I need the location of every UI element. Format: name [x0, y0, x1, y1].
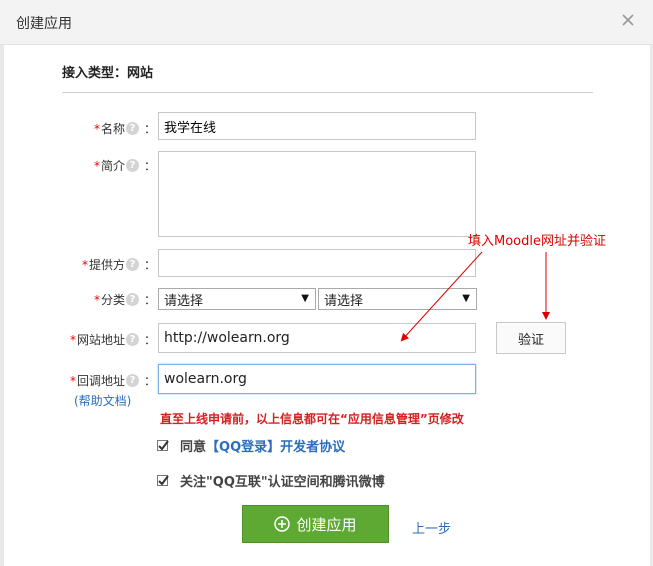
- required-mark: *: [81, 257, 88, 272]
- required-mark: *: [69, 332, 76, 347]
- help-icon[interactable]: ?: [125, 374, 139, 387]
- colon: ：: [143, 159, 156, 173]
- name-input[interactable]: [158, 112, 476, 140]
- website-input[interactable]: [158, 323, 476, 353]
- create-app-label: 创建应用: [296, 515, 357, 534]
- required-mark: *: [93, 121, 100, 136]
- section-title: 接入类型：网站: [62, 66, 154, 81]
- name-label: * 名称 ? ：: [94, 120, 156, 137]
- agreement-link[interactable]: 【QQ登录】开发者协议: [206, 436, 345, 455]
- background-left-edge: [0, 0, 4, 566]
- provider-input[interactable]: [158, 249, 476, 277]
- help-icon[interactable]: ?: [125, 159, 139, 172]
- help-icon[interactable]: ?: [125, 122, 139, 135]
- category-label-text: 分类: [100, 293, 125, 307]
- edit-notice: 直至上线申请前，以上信息都可在“应用信息管理”页修改: [160, 412, 464, 426]
- colon: ：: [143, 333, 156, 347]
- follow-checkbox[interactable]: [157, 475, 169, 486]
- dropdown-arrow-icon: ▼: [462, 293, 470, 304]
- agree-row: 同意 【QQ登录】开发者协议: [157, 436, 345, 455]
- category-select-2-value: 请选择: [324, 293, 364, 309]
- required-mark: *: [69, 373, 76, 388]
- provider-label-text: 提供方: [88, 258, 125, 272]
- checkmark-icon: [158, 440, 169, 451]
- required-mark: *: [93, 292, 100, 307]
- provider-label: * 提供方 ? ：: [82, 256, 156, 273]
- checkmark-icon: [158, 475, 169, 486]
- follow-row: 关注"QQ互联"认证空间和腾讯微博: [157, 471, 385, 490]
- verify-button[interactable]: 验证: [496, 322, 566, 354]
- close-icon[interactable]: [619, 11, 637, 29]
- help-icon[interactable]: ?: [125, 293, 139, 306]
- dialog-title: 创建应用: [16, 16, 72, 32]
- name-label-text: 名称: [100, 122, 125, 136]
- intro-label: * 简介 ? ：: [94, 157, 156, 174]
- annotation-text: 填入Moodle网址并验证: [468, 234, 606, 249]
- category-select-2[interactable]: 请选择 ▼: [318, 288, 477, 310]
- divider: [62, 92, 593, 93]
- help-doc-link[interactable]: (帮助文档): [74, 392, 131, 409]
- previous-step-link[interactable]: 上一步: [412, 518, 451, 537]
- callback-input[interactable]: [158, 364, 476, 394]
- website-label: * 网站地址 ? ：: [70, 331, 156, 348]
- category-select-1-value: 请选择: [164, 293, 204, 309]
- colon: ：: [143, 374, 156, 388]
- intro-label-text: 简介: [100, 159, 125, 173]
- follow-text: 关注"QQ互联"认证空间和腾讯微博: [180, 475, 385, 490]
- dialog-titlebar: 创建应用: [0, 0, 653, 45]
- plus-circle-icon: [274, 516, 291, 532]
- callback-label-text: 回调地址: [76, 374, 125, 388]
- agree-text: 同意: [180, 440, 207, 455]
- create-app-button[interactable]: 创建应用: [242, 505, 389, 543]
- required-mark: *: [93, 158, 100, 173]
- intro-textarea[interactable]: [158, 151, 476, 237]
- colon: ：: [143, 293, 156, 307]
- dropdown-arrow-icon: ▼: [301, 293, 309, 304]
- help-icon[interactable]: ?: [125, 258, 139, 271]
- category-select-1[interactable]: 请选择 ▼: [158, 288, 316, 310]
- callback-label: * 回调地址 ? ：: [70, 372, 156, 389]
- website-label-text: 网站地址: [76, 333, 125, 347]
- help-icon[interactable]: ?: [125, 333, 139, 346]
- colon: ：: [143, 258, 156, 272]
- category-label: * 分类 ? ：: [94, 291, 156, 308]
- colon: ：: [143, 122, 156, 136]
- agree-checkbox[interactable]: [157, 440, 169, 451]
